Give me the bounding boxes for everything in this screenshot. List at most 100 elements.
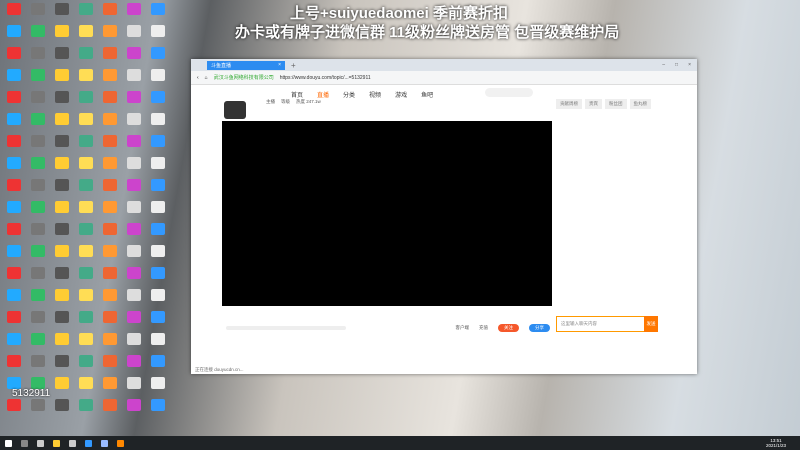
nav-item[interactable]: 首页 — [291, 90, 303, 99]
desktop-icon[interactable] — [31, 201, 45, 213]
desktop-icon[interactable] — [79, 3, 93, 15]
desktop-icon[interactable] — [103, 69, 117, 81]
desktop-icon[interactable] — [7, 399, 21, 411]
desktop-icon[interactable] — [31, 179, 45, 191]
desktop-icon[interactable] — [127, 157, 141, 169]
explorer-icon[interactable] — [53, 439, 60, 447]
desktop-icon[interactable] — [7, 91, 21, 103]
desktop-icon[interactable] — [55, 3, 69, 15]
desktop-icon[interactable] — [55, 157, 69, 169]
desktop-icon[interactable] — [151, 355, 165, 367]
desktop-icon[interactable] — [103, 91, 117, 103]
desktop-icon[interactable] — [127, 223, 141, 235]
desktop-icon[interactable] — [79, 157, 93, 169]
desktop-icon[interactable] — [7, 333, 21, 345]
desktop-icon[interactable] — [31, 355, 45, 367]
desktop-icon[interactable] — [31, 69, 45, 81]
desktop-icon[interactable] — [151, 157, 165, 169]
desktop-icon[interactable] — [7, 223, 21, 235]
desktop-icon[interactable] — [79, 333, 93, 345]
desktop-icon[interactable] — [31, 91, 45, 103]
desktop-icon[interactable] — [7, 157, 21, 169]
desktop-icon[interactable] — [151, 201, 165, 213]
desktop-icon[interactable] — [103, 223, 117, 235]
side-tab[interactable]: 粉丝团 — [605, 99, 627, 109]
back-icon[interactable]: ‹ — [197, 75, 199, 81]
start-icon[interactable] — [5, 439, 12, 447]
app-icon[interactable] — [101, 439, 108, 447]
desktop-icon[interactable] — [127, 3, 141, 15]
desktop-icon[interactable] — [55, 69, 69, 81]
desktop-icon[interactable] — [7, 201, 21, 213]
desktop-icon[interactable] — [103, 311, 117, 323]
desktop-icon[interactable] — [7, 179, 21, 191]
send-button[interactable]: 发送 — [644, 316, 658, 332]
desktop-icon[interactable] — [55, 399, 69, 411]
side-tab[interactable]: 贡献周榜 — [556, 99, 582, 109]
search-input[interactable] — [485, 88, 533, 97]
desktop-icon[interactable] — [7, 267, 21, 279]
search-icon[interactable] — [21, 439, 28, 447]
desktop-icon[interactable] — [127, 399, 141, 411]
follow-button[interactable]: 关注 — [498, 324, 519, 332]
desktop-icon[interactable] — [151, 47, 165, 59]
desktop-icon[interactable] — [7, 47, 21, 59]
desktop-icon[interactable] — [55, 245, 69, 257]
desktop-icon[interactable] — [79, 135, 93, 147]
side-tab[interactable]: 贵宾 — [585, 99, 602, 109]
side-tab[interactable]: 鱼丸榜 — [629, 99, 651, 109]
nav-item[interactable]: 直播 — [317, 90, 329, 99]
desktop-icon[interactable] — [55, 311, 69, 323]
desktop-icon[interactable] — [79, 267, 93, 279]
desktop-icon[interactable] — [55, 289, 69, 301]
desktop-icon[interactable] — [55, 25, 69, 37]
desktop-icon[interactable] — [79, 399, 93, 411]
desktop-icon[interactable] — [151, 289, 165, 301]
desktop-icon[interactable] — [103, 245, 117, 257]
desktop-icon[interactable] — [31, 25, 45, 37]
address-bar[interactable]: ‹ ⌂ 武汉斗鱼网络科技有限公司 https://www.douyu.com/to… — [191, 71, 697, 85]
desktop-icon[interactable] — [103, 267, 117, 279]
desktop-icon[interactable] — [151, 311, 165, 323]
desktop-icon[interactable] — [79, 91, 93, 103]
desktop-icon[interactable] — [55, 135, 69, 147]
desktop-icon[interactable] — [31, 289, 45, 301]
desktop-icon[interactable] — [151, 3, 165, 15]
maximize-icon[interactable]: □ — [675, 62, 678, 68]
desktop-icon[interactable] — [151, 377, 165, 389]
desktop-icon[interactable] — [127, 69, 141, 81]
minimize-icon[interactable]: – — [662, 62, 665, 68]
desktop-icon[interactable] — [55, 355, 69, 367]
desktop-icon[interactable] — [31, 399, 45, 411]
desktop-icon[interactable] — [127, 355, 141, 367]
desktop-icon[interactable] — [7, 289, 21, 301]
desktop-icon[interactable] — [7, 25, 21, 37]
desktop-icon[interactable] — [55, 47, 69, 59]
desktop-icon[interactable] — [55, 377, 69, 389]
desktop-icon[interactable] — [151, 267, 165, 279]
recharge-link[interactable]: 充值 — [479, 325, 488, 331]
desktop-icon[interactable] — [79, 47, 93, 59]
desktop-icon[interactable] — [31, 267, 45, 279]
desktop-icon[interactable] — [103, 333, 117, 345]
desktop-icon[interactable] — [151, 223, 165, 235]
avatar[interactable] — [224, 101, 246, 119]
desktop-icon[interactable] — [55, 91, 69, 103]
desktop-icon[interactable] — [151, 179, 165, 191]
desktop-icon[interactable] — [103, 47, 117, 59]
desktop-icon[interactable] — [103, 355, 117, 367]
video-player[interactable] — [222, 121, 552, 306]
desktop-icon[interactable] — [127, 135, 141, 147]
desktop-icon[interactable] — [103, 157, 117, 169]
desktop-icon[interactable] — [151, 245, 165, 257]
desktop-icon[interactable] — [79, 311, 93, 323]
nav-item[interactable]: 视频 — [369, 90, 381, 99]
nav-item[interactable]: 鱼吧 — [421, 90, 433, 99]
clock[interactable]: 13:51 2021/1/23 — [766, 438, 800, 448]
desktop-icon[interactable] — [55, 267, 69, 279]
browser-icon[interactable] — [85, 439, 92, 447]
desktop-icon[interactable] — [7, 135, 21, 147]
desktop-icon[interactable] — [31, 135, 45, 147]
desktop-icon[interactable] — [127, 91, 141, 103]
desktop-icon[interactable] — [103, 399, 117, 411]
